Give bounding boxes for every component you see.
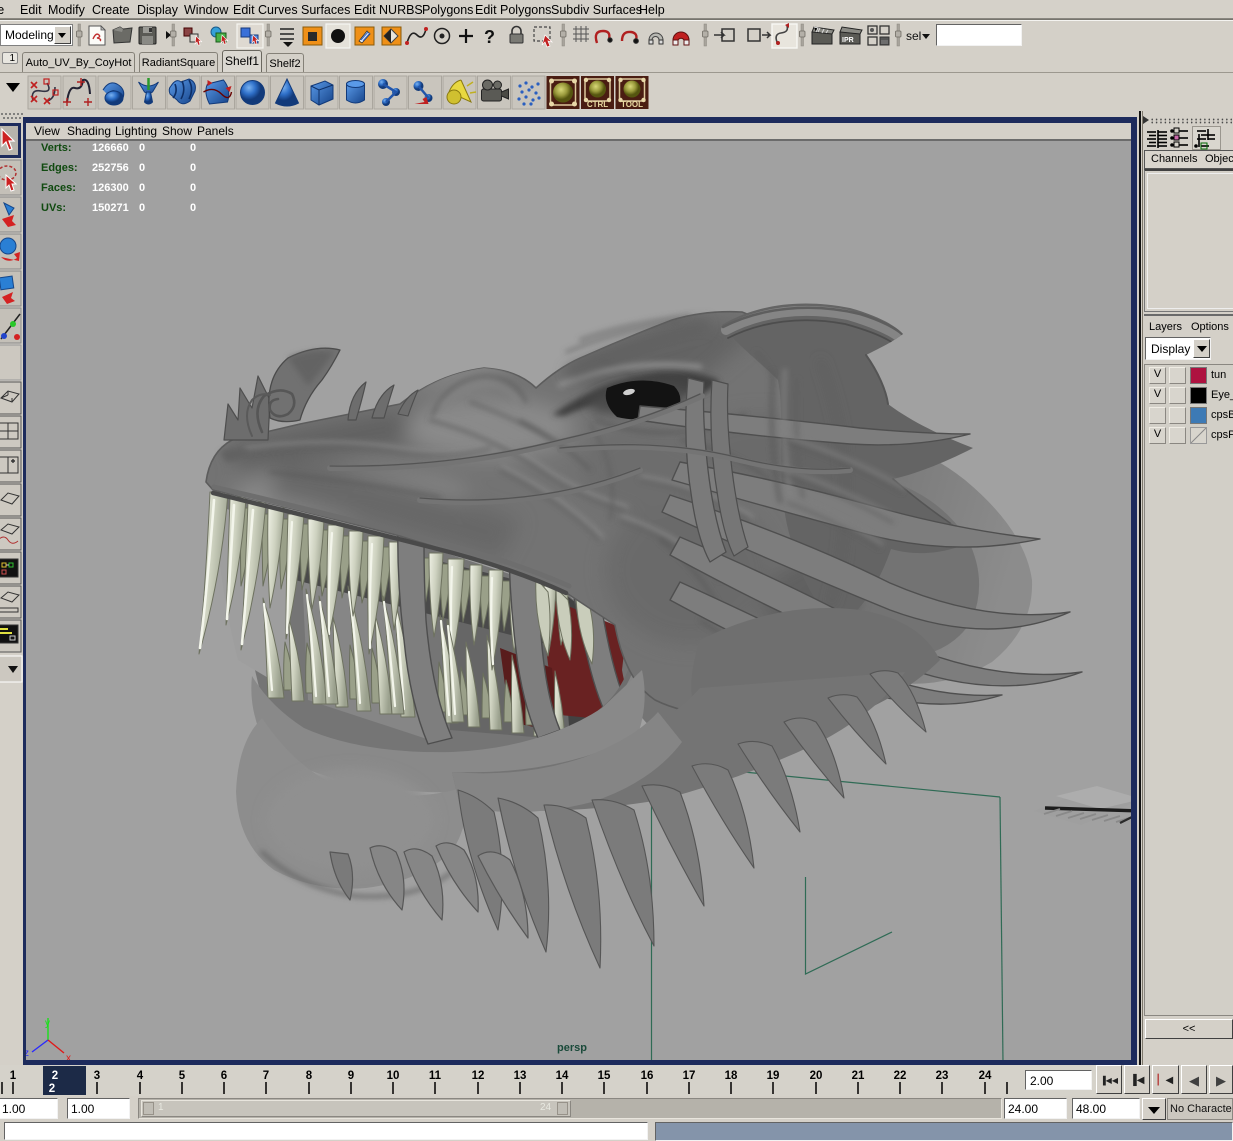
svg-text:2: 2 [49, 1083, 55, 1095]
svg-text:13: 13 [514, 1070, 527, 1082]
svg-text:4: 4 [137, 1070, 144, 1082]
svg-text:17: 17 [683, 1070, 696, 1082]
svg-text:16: 16 [641, 1070, 654, 1082]
svg-text:5: 5 [179, 1070, 186, 1082]
svg-text:22: 22 [894, 1070, 907, 1082]
svg-text:15: 15 [598, 1070, 611, 1082]
svg-text:20: 20 [810, 1070, 823, 1082]
svg-text:CTRL: CTRL [587, 100, 608, 109]
svg-text:24: 24 [979, 1070, 992, 1082]
svg-text:1: 1 [10, 1070, 17, 1082]
svg-text:2: 2 [52, 1070, 58, 1082]
svg-text:7: 7 [263, 1070, 269, 1082]
svg-text:3: 3 [94, 1070, 100, 1082]
svg-text:IPR: IPR [842, 37, 854, 44]
svg-text:x: x [66, 1053, 71, 1060]
svg-text:6: 6 [221, 1070, 227, 1082]
svg-text:?: ? [484, 27, 495, 47]
svg-text:12: 12 [472, 1070, 485, 1082]
svg-text:18: 18 [725, 1070, 738, 1082]
svg-text:9: 9 [348, 1070, 354, 1082]
svg-text:14: 14 [556, 1070, 569, 1082]
svg-text:10: 10 [387, 1070, 400, 1082]
svg-text:y: y [45, 1018, 50, 1029]
svg-text:TOOL: TOOL [621, 100, 643, 109]
svg-text:sel: sel [906, 29, 921, 43]
svg-text:21: 21 [852, 1070, 865, 1082]
svg-text:23: 23 [936, 1070, 949, 1082]
svg-text:11: 11 [429, 1070, 442, 1082]
svg-text:z: z [26, 1048, 29, 1059]
svg-text:8: 8 [306, 1070, 313, 1082]
svg-text:19: 19 [767, 1070, 780, 1082]
